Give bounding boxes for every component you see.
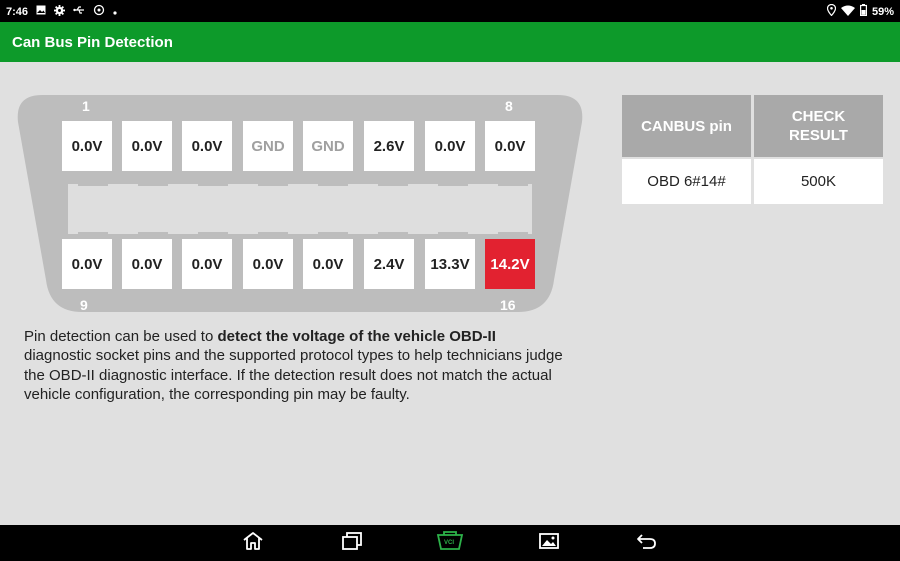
battery-percent: 59% <box>871 5 894 18</box>
description-suffix: diagnostic socket pins and the supported… <box>24 347 563 404</box>
status-bar: 7:46 59% <box>0 0 900 22</box>
description-text: Pin detection can be used to detect the … <box>24 327 564 405</box>
back-button[interactable] <box>635 531 659 555</box>
pin-label-16: 16 <box>500 297 516 313</box>
table-cell-canbus-pin: OBD 6#14# <box>622 159 751 204</box>
pin-4: GND <box>243 121 293 171</box>
description-bold: detect the voltage of the vehicle OBD-II <box>217 328 496 345</box>
pin-label-1: 1 <box>82 98 90 114</box>
wifi-icon <box>840 5 855 19</box>
pin-14: 2.4V <box>364 239 414 289</box>
pin-7: 0.0V <box>425 121 475 171</box>
pin-5: GND <box>303 121 353 171</box>
back-icon <box>636 531 658 556</box>
pin-3: 0.0V <box>182 121 232 171</box>
pin-8: 0.0V <box>485 121 535 171</box>
home-icon <box>242 531 264 556</box>
table-header-check-result: CHECK RESULT <box>754 95 883 157</box>
vci-button[interactable]: VCI <box>436 530 464 555</box>
usb-icon <box>73 5 85 18</box>
table-cell-check-result: 500K <box>754 159 883 204</box>
page-title: Can Bus Pin Detection <box>12 34 173 51</box>
app-bar: Can Bus Pin Detection <box>0 22 900 62</box>
gear-icon <box>54 4 66 19</box>
screenshot-icon <box>538 531 560 556</box>
battery-icon <box>859 4 867 19</box>
dot-icon <box>113 6 117 18</box>
pin-1: 0.0V <box>62 121 112 171</box>
pin-2: 0.0V <box>122 121 172 171</box>
location-icon <box>826 3 837 19</box>
main-content: 1 8 9 16 0.0V 0.0V 0.0V GND GND 2.6V 0.0… <box>0 62 900 525</box>
pin-label-9: 9 <box>80 297 88 313</box>
recent-apps-button[interactable] <box>340 531 364 555</box>
pin-12: 0.0V <box>243 239 293 289</box>
pin-16: 14.2V <box>485 239 535 289</box>
status-time: 7:46 <box>6 5 29 18</box>
vci-label: VCI <box>444 540 455 546</box>
sync-icon <box>93 4 105 19</box>
pin-15: 13.3V <box>425 239 475 289</box>
home-button[interactable] <box>241 531 265 555</box>
pin-9: 0.0V <box>62 239 112 289</box>
pin-6: 2.6V <box>364 121 414 171</box>
screenshot-button[interactable] <box>537 531 561 555</box>
pin-13: 0.0V <box>303 239 353 289</box>
recent-apps-icon <box>341 531 363 556</box>
pin-label-8: 8 <box>505 98 513 114</box>
description-prefix: Pin detection can be used to <box>24 328 218 345</box>
pin-11: 0.0V <box>182 239 232 289</box>
image-icon <box>36 5 46 18</box>
pin-10: 0.0V <box>122 239 172 289</box>
nav-bar: VCI <box>0 525 900 561</box>
table-header-canbus-pin: CANBUS pin <box>622 95 751 157</box>
